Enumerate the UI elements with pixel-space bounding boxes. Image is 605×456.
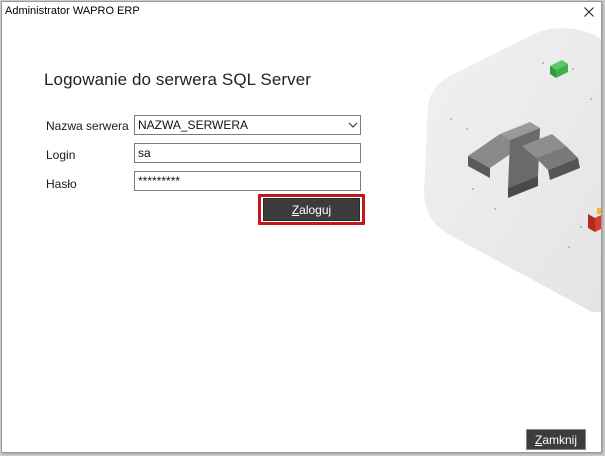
login-dialog-window: Administrator WAPRO ERP Logowanie do ser… (1, 1, 602, 453)
password-label: Hasło (46, 177, 77, 191)
login-button-accesskey: Z (291, 202, 300, 217)
close-icon (584, 7, 594, 17)
login-button-label: aloguj (299, 202, 332, 217)
window-close-button[interactable] (580, 3, 598, 21)
window-title: Administrator WAPRO ERP (5, 5, 140, 17)
login-input[interactable] (134, 143, 361, 163)
yellow-block-icon (597, 208, 601, 214)
chevron-down-icon (348, 122, 358, 128)
title-bar: Administrator WAPRO ERP (2, 2, 601, 22)
page-title: Logowanie do serwera SQL Server (44, 70, 312, 89)
server-name-select[interactable]: NAZWA_SERWERA (134, 115, 361, 135)
login-label: Login (46, 148, 76, 162)
decorative-isometric-graphic (424, 28, 601, 312)
login-button[interactable]: Zaloguj (263, 198, 360, 221)
close-button-label: amknij (542, 432, 578, 447)
close-button[interactable]: Zamknij (526, 429, 586, 450)
close-button-accesskey: Z (534, 432, 543, 447)
server-name-label: Nazwa serwera (46, 119, 129, 133)
server-name-value: NAZWA_SERWERA (138, 118, 249, 132)
password-input[interactable] (134, 171, 361, 191)
